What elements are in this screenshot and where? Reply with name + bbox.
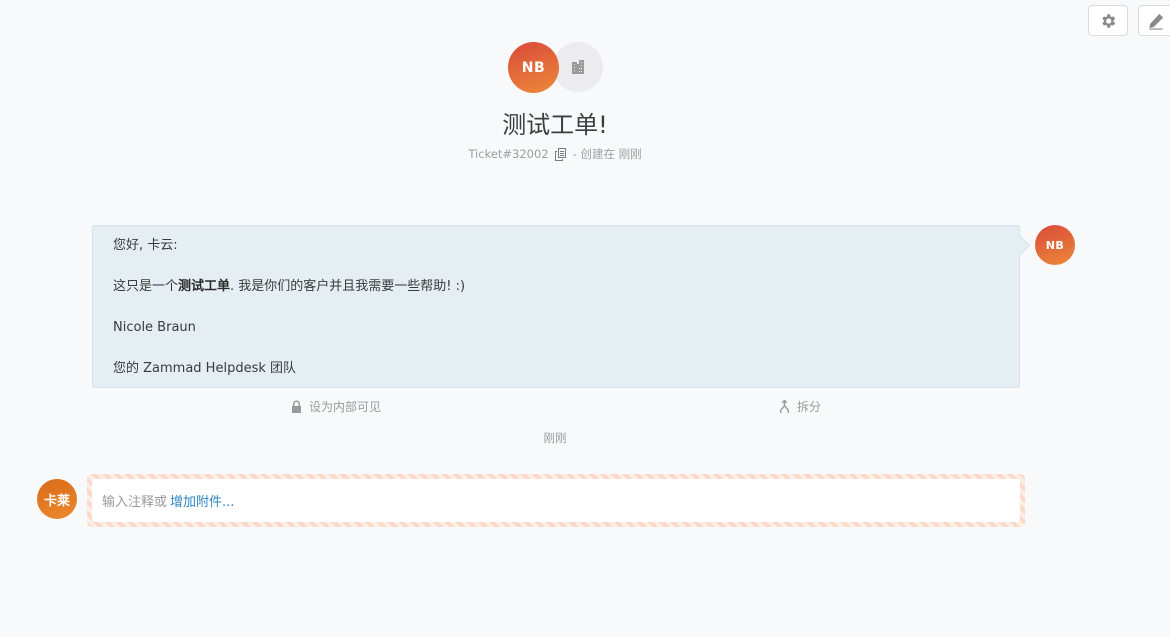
- settings-button[interactable]: [1088, 5, 1128, 36]
- pencil-icon: [1149, 13, 1164, 30]
- lock-icon: [292, 400, 301, 413]
- add-attachment-link[interactable]: 增加附件...: [170, 491, 234, 510]
- article-text-bold: 测试工单: [178, 279, 231, 294]
- copy-icon: [554, 147, 566, 161]
- article-signature-name: Nicole Braun: [113, 320, 196, 335]
- ticket-title[interactable]: 测试工单!: [0, 105, 1110, 140]
- ticket-created: - 创建在 刚刚: [572, 147, 642, 161]
- edit-button[interactable]: [1138, 5, 1170, 36]
- article-body: 您好, 卡云: 这只是一个测试工单. 我是你们的客户并且我需要一些帮助! :) …: [92, 225, 1020, 388]
- article-signature-team: 您的 Zammad Helpdesk 团队: [113, 361, 297, 376]
- ticket-meta: Ticket#32002 - 创建在 刚刚: [0, 146, 1110, 162]
- split-icon: [780, 400, 789, 413]
- article-text: 这只是一个测试工单. 我是你们的客户并且我需要一些帮助! :): [113, 279, 466, 294]
- reply-input[interactable]: 输入注释或 增加附件...: [92, 479, 1020, 522]
- customer-avatar[interactable]: NB: [508, 42, 559, 93]
- set-internal-button[interactable]: 设为内部可见: [290, 398, 381, 415]
- split-label: 拆分: [797, 400, 822, 414]
- article-timestamp: 刚刚: [543, 431, 567, 445]
- ticket-number: Ticket#32002: [468, 147, 549, 161]
- current-user-avatar[interactable]: 卡莱: [37, 479, 77, 519]
- reply-area: 输入注释或 增加附件...: [87, 474, 1025, 527]
- copy-ticket-number-button[interactable]: [554, 147, 567, 161]
- ticket-avatars: NB: [508, 42, 608, 93]
- article-actions: 设为内部可见 拆分: [92, 398, 1020, 416]
- article-greeting: 您好, 卡云:: [113, 238, 178, 253]
- reply-placeholder: 输入注释或: [102, 495, 168, 510]
- set-internal-label: 设为内部可见: [309, 400, 382, 414]
- split-button[interactable]: 拆分: [778, 398, 821, 415]
- building-icon: [572, 60, 584, 74]
- article-author-avatar[interactable]: NB: [1035, 225, 1075, 265]
- gear-icon: [1102, 13, 1116, 28]
- organization-avatar[interactable]: [553, 42, 603, 92]
